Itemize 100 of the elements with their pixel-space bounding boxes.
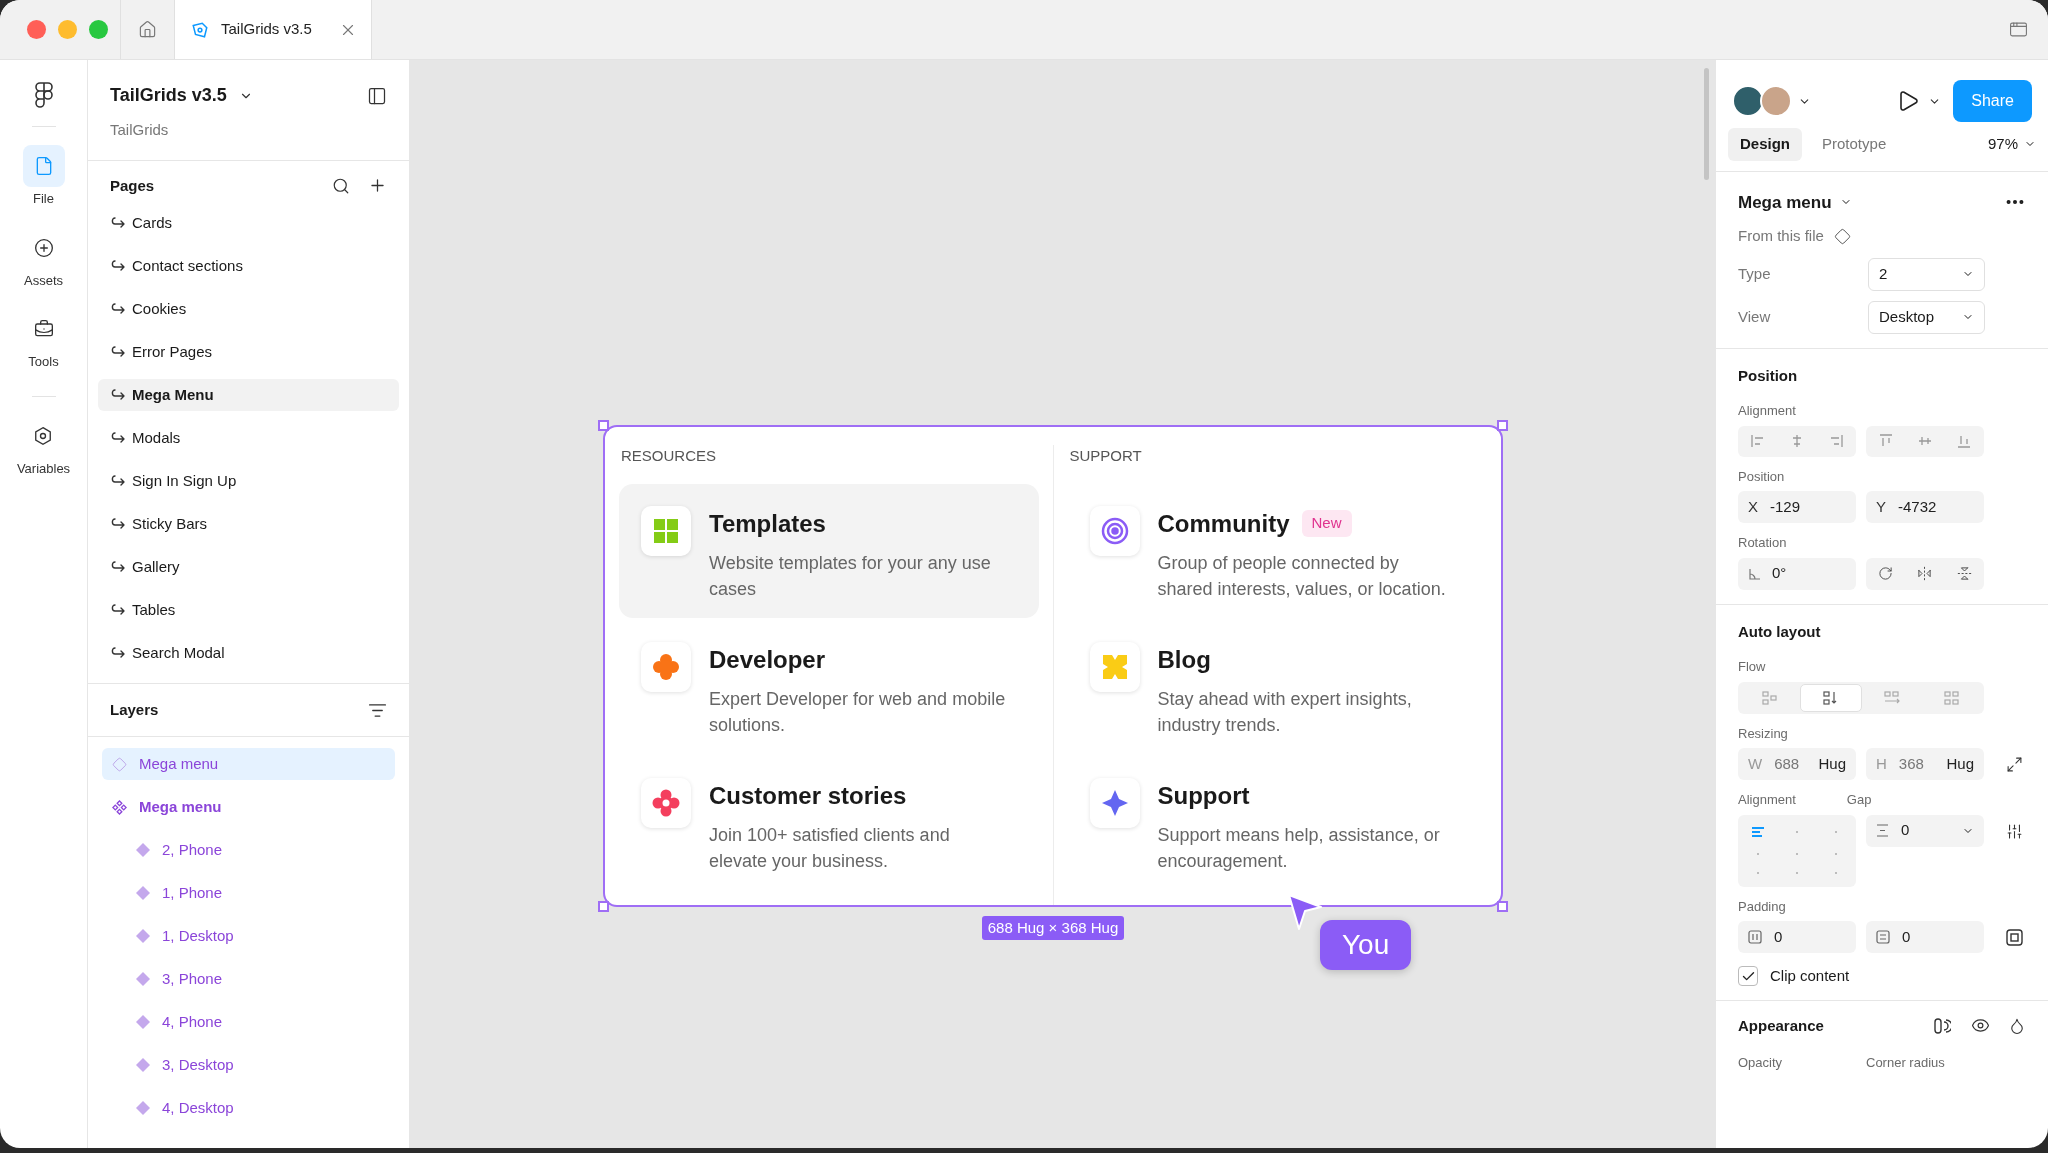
menu-item-description: Expert Developer for web and mobile solutions. [709, 687, 1007, 737]
rail-item[interactable]: Variables [16, 414, 71, 478]
variant-icon [136, 843, 150, 857]
rotation-field[interactable]: 0° [1738, 557, 1856, 590]
align-left-icon[interactable] [1750, 826, 1765, 837]
arrow-icon [110, 474, 126, 488]
page-item[interactable]: Tables [98, 594, 399, 626]
droplet-icon[interactable] [2008, 1016, 2026, 1035]
layer-item[interactable]: 1, Phone [102, 877, 395, 909]
field-label: Padding [1738, 897, 1787, 916]
padding-icon [1748, 930, 1762, 944]
search-icon[interactable] [332, 176, 350, 195]
property-label: Type [1738, 263, 1772, 284]
variant-icon [136, 929, 150, 943]
page-item[interactable]: Error Pages [98, 336, 399, 368]
arrow-icon [110, 603, 126, 617]
menu-item-title: Templates [709, 508, 826, 539]
horizontal-padding-field[interactable]: 0 [1738, 921, 1856, 953]
transform-button-group[interactable] [1866, 557, 1984, 590]
page-item[interactable]: Cookies [98, 293, 399, 325]
section-heading: Auto layout [1738, 621, 1822, 642]
menu-item[interactable]: Developer Expert Developer for web and mobile solutions. [619, 619, 1039, 754]
page-item[interactable]: Contact sections [98, 250, 399, 282]
alignment-button-group[interactable] [1738, 425, 1856, 457]
flow-icon [1761, 690, 1779, 705]
layer-item[interactable]: 2, Phone [102, 834, 395, 866]
resize-handle[interactable] [1497, 901, 1508, 912]
alignment-button-group[interactable] [1866, 425, 1984, 457]
page-item[interactable]: Sticky Bars [98, 508, 399, 540]
menu-item[interactable]: Community New Group of people connected by shared interests, values, or location. [1067, 483, 1487, 618]
inspector-tab[interactable]: Prototype [1810, 128, 1899, 161]
select-field[interactable]: Desktop [1868, 300, 1985, 334]
width-field[interactable]: W 688 Hug [1738, 748, 1856, 780]
size-label: 688 Hug × 368 Hug [981, 915, 1125, 940]
layer-item[interactable]: 3, Phone [102, 963, 395, 995]
arrow-icon [110, 388, 126, 402]
sidebar-toggle-icon[interactable] [367, 85, 387, 106]
zoom-level[interactable]: 97% [1987, 133, 2036, 156]
rail-item[interactable]: Assets [22, 226, 65, 290]
new-badge: New [1301, 510, 1352, 537]
align-icon[interactable] [1828, 433, 1845, 449]
flow-option[interactable] [1800, 683, 1862, 712]
resize-handle[interactable] [1497, 420, 1508, 431]
file-tab[interactable]: TailGrids v3.5 [174, 0, 372, 59]
arrow-icon [110, 646, 126, 660]
scrollbar[interactable] [1704, 68, 1709, 180]
field-label: Resizing [1738, 724, 1789, 743]
layer-item[interactable]: Mega menu [102, 791, 395, 823]
variable-mode-icon[interactable] [1933, 1016, 1951, 1035]
add-circle-icon [33, 237, 54, 258]
menu-item[interactable]: Customer stories Join 100+ satisfied clients and elevate your business. [619, 755, 1039, 890]
menu-item[interactable]: Templates Website templates for your any use cases [619, 483, 1039, 618]
page-item[interactable]: Cards [98, 207, 399, 239]
layer-item[interactable]: 4, Desktop [102, 1092, 395, 1124]
column-heading: SUPPORT [1068, 446, 1143, 466]
section-heading: Layers [110, 699, 159, 720]
align-icon[interactable] [1877, 433, 1894, 449]
page-item[interactable]: Gallery [98, 551, 399, 583]
file-name[interactable]: TailGrids v3.5 [110, 82, 227, 109]
page-item[interactable]: Search Modal [98, 637, 399, 669]
layer-item[interactable]: Mega menu [102, 748, 395, 780]
gap-field[interactable]: 0 [1866, 814, 1984, 847]
inspector-tab[interactable]: Design [1728, 128, 1802, 161]
resize-handle[interactable] [598, 901, 609, 912]
y-field[interactable]: Y -4732 [1866, 491, 1984, 523]
rotate-icon[interactable] [1878, 566, 1894, 581]
padding-icon [1876, 930, 1890, 944]
page-item[interactable]: Sign In Sign Up [98, 465, 399, 497]
layer-item[interactable]: 1, Desktop [102, 920, 395, 952]
flip-vertical-icon[interactable] [1956, 566, 1972, 581]
padding-frame-icon[interactable] [2006, 928, 2023, 946]
align-icon[interactable] [1956, 433, 1973, 449]
menu-item-title: Blog [1157, 644, 1211, 675]
menu-item[interactable]: Blog Stay ahead with expert insights, industry trends. [1067, 619, 1487, 754]
vertical-padding-field[interactable]: 0 [1866, 921, 1984, 953]
resize-icon[interactable] [2006, 755, 2023, 773]
arrow-icon [110, 216, 126, 230]
window-icon[interactable] [2009, 20, 2028, 39]
layer-item[interactable]: 3, Desktop [102, 1049, 395, 1081]
height-field[interactable]: H 368 Hug [1866, 748, 1984, 780]
arrow-icon [110, 560, 126, 574]
component-instance-icon[interactable] [1833, 227, 1851, 245]
menu-item-description: Stay ahead with expert insights, industry trends. [1157, 687, 1413, 737]
resize-handle[interactable] [598, 420, 609, 431]
x-field[interactable]: X -129 [1738, 491, 1856, 523]
flip-horizontal-icon[interactable] [1917, 566, 1933, 581]
component-name[interactable]: Mega menu [1738, 189, 1832, 215]
sliders-icon[interactable] [2006, 822, 2023, 840]
menu-item[interactable]: Support Support means help, assistance, or encouragement. [1067, 755, 1487, 890]
logo-icon[interactable] [34, 82, 53, 108]
page-item[interactable]: Modals [98, 422, 399, 454]
mega-menu-card[interactable] [603, 425, 1503, 907]
align-icon[interactable] [1749, 433, 1766, 449]
menu-item-title: Customer stories [709, 780, 907, 811]
clip-content-checkbox[interactable] [1738, 966, 1758, 987]
select-field[interactable]: 2 [1868, 257, 1985, 291]
layer-item[interactable]: 4, Phone [102, 1006, 395, 1038]
rail-item[interactable]: Tools [22, 308, 65, 372]
page-item[interactable]: Mega Menu [98, 379, 399, 411]
flow-icon [1943, 690, 1961, 705]
